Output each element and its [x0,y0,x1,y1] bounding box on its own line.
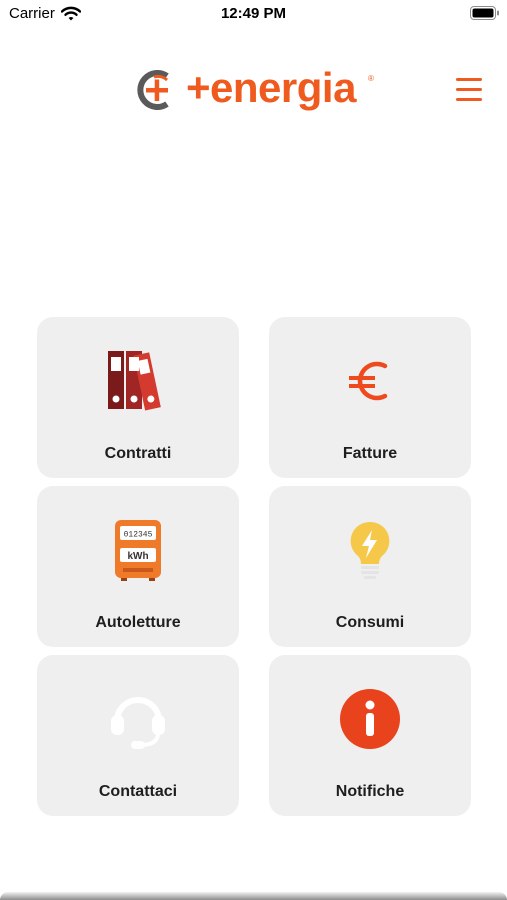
lightbulb-icon [269,514,471,586]
euro-icon [269,345,471,417]
tile-label: Contattaci [98,783,178,800]
tile-label: Fatture [342,445,398,462]
brand-logo: +energia ® [134,64,384,112]
electricity-meter-icon: 012345 kWh [37,514,239,586]
tile-contratti[interactable]: Contratti [37,317,239,478]
battery-icon [470,6,499,20]
headset-icon [37,683,239,755]
logo-mark-icon [137,70,169,110]
tile-contattaci[interactable]: Contattaci [37,655,239,816]
tile-label: Notifiche [335,783,405,800]
tile-autoletture[interactable]: 012345 kWh Autoletture [37,486,239,647]
status-time: 12:49 PM [220,5,287,22]
tile-notifiche[interactable]: Notifiche [269,655,471,816]
tile-consumi[interactable]: Consumi [269,486,471,647]
hamburger-menu-icon[interactable] [456,76,484,102]
meter-digits: 012345 [124,531,153,540]
tile-label: Consumi [335,614,405,631]
status-bar: Carrier 12:49 PM [0,0,507,28]
tile-label: Autoletture [95,614,181,631]
tile-fatture[interactable]: Fatture [269,317,471,478]
bottom-sheet-edge [0,892,507,900]
logo-text: +energia [186,64,356,111]
meter-unit: kWh [127,551,148,562]
info-icon [269,683,471,755]
binders-icon [37,345,239,417]
tile-label: Contratti [104,445,172,462]
logo-registered-mark: ® [368,74,374,83]
